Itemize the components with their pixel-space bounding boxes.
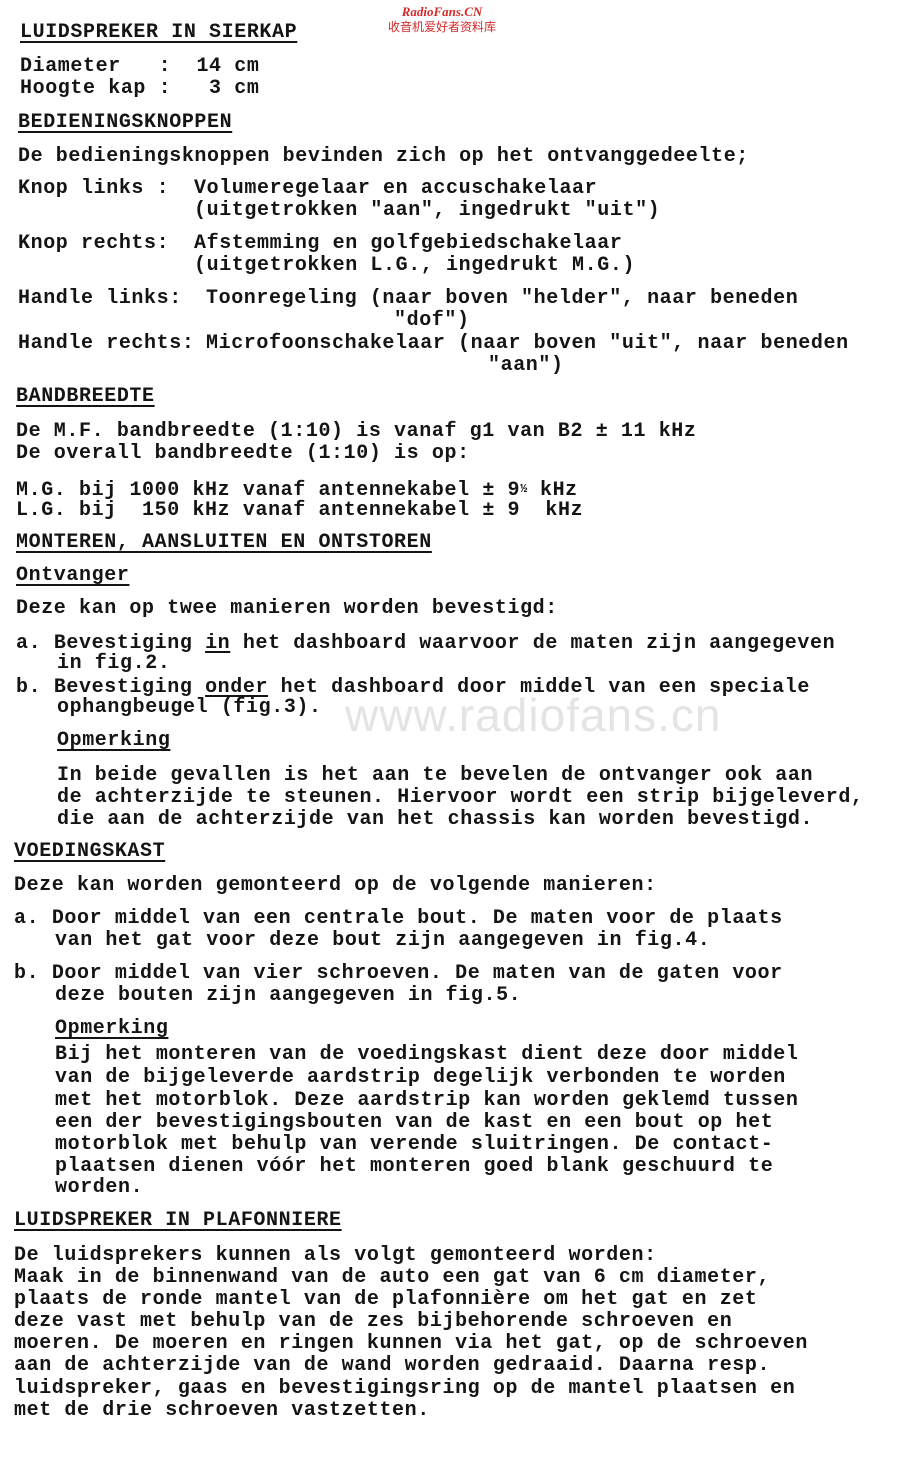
note-heading-voedingskast: Opmerking — [55, 1017, 169, 1040]
control-label: Handle rechts: — [18, 332, 195, 355]
heading-plafonniere: LUIDSPREKER IN PLAFONNIERE — [14, 1209, 342, 1232]
spec-label: Hoogte kap : — [20, 77, 172, 100]
spec-unit: cm — [234, 77, 260, 100]
heading-monteren: MONTEREN, AANSLUITEN EN ONTSTOREN — [16, 531, 432, 554]
note-line: plaatsen dienen vóór het monteren goed b… — [55, 1155, 774, 1178]
spec-row-hoogte: Hoogte kap : 3 cm — [20, 78, 260, 100]
control-description: Microfoonschakelaar (naar boven "uit", n… — [206, 332, 849, 355]
note-line: met het motorblok. Deze aardstrip kan wo… — [55, 1089, 799, 1112]
list-text: het dashboard waarvoor de maten zijn aan… — [230, 632, 836, 655]
control-description: Toonregeling (naar boven "helder", naar … — [206, 287, 799, 310]
list-item-a-cont: in fig.2. — [57, 652, 171, 675]
watermark-logo: RadioFans.CN 收音机爱好者资料库 — [388, 4, 496, 35]
spec-unit: cm — [234, 55, 260, 78]
control-label: Knop links : — [18, 177, 170, 200]
control-label: Knop rechts: — [18, 232, 170, 255]
spec-row-diameter: Diameter : 14 cm — [20, 56, 260, 78]
list-marker: a. — [16, 632, 42, 655]
paragraph-line: luidspreker, gaas en bevestigingsring op… — [14, 1377, 796, 1400]
band-value-fraction: ½ — [520, 482, 528, 496]
list-text: het dashboard door middel van een specia… — [268, 676, 810, 699]
paragraph-line: De luidsprekers kunnen als volgt gemonte… — [14, 1244, 657, 1267]
paragraph-ontvanger-intro: Deze kan op twee manieren worden bevesti… — [16, 597, 558, 620]
heading-sierkap: LUIDSPREKER IN SIERKAP — [20, 21, 298, 44]
paragraph-overall-bandwidth: De overall bandbreedte (1:10) is op: — [16, 442, 470, 465]
spec-value: 3 — [196, 77, 222, 100]
control-description: Volumeregelaar en accuschakelaar — [194, 177, 598, 200]
note-line: In beide gevallen is het aan te bevelen … — [57, 764, 814, 787]
paragraph-mf-bandwidth: De M.F. bandbreedte (1:10) is vanaf g1 v… — [16, 420, 697, 443]
control-label: Handle links: — [18, 287, 182, 310]
paragraph-line: aan de achterzijde van de wand worden ge… — [14, 1354, 771, 1377]
spec-label: Diameter : — [20, 55, 172, 78]
note-line: een der bevestigingsbouten van de kast e… — [55, 1111, 774, 1134]
note-line: Bij het monteren van de voedingskast die… — [55, 1043, 799, 1066]
note-line: die aan de achterzijde van het chassis k… — [57, 808, 814, 831]
spec-value: 14 — [196, 55, 222, 78]
paragraph-line: met de drie schroeven vastzetten. — [14, 1399, 430, 1422]
control-description: Afstemming en golfgebiedschakelaar — [194, 232, 623, 255]
list-item-a: a. Door middel van een centrale bout. De… — [14, 908, 783, 930]
list-marker: b. — [14, 962, 40, 985]
list-text: Door middel van een centrale bout. De ma… — [51, 907, 783, 930]
watermark-site-en: RadioFans.CN — [401, 4, 483, 19]
list-item-a-cont: van het gat voor deze bout zijn aangegev… — [55, 929, 711, 952]
control-description-cont: "aan") — [488, 354, 564, 377]
band-frequency: 150 kHz — [129, 499, 231, 522]
band-unit: kHz — [532, 499, 584, 522]
heading-bedieningsknoppen: BEDIENINGSKNOPPEN — [18, 111, 233, 134]
list-item-b-cont: deze bouten zijn aangegeven in fig.5. — [55, 984, 522, 1007]
watermark-site-cn: 收音机爱好者资料库 — [388, 20, 497, 34]
control-description-cont: "dof") — [394, 309, 470, 332]
list-marker: b. — [16, 676, 42, 699]
heading-voedingskast: VOEDINGSKAST — [14, 840, 166, 863]
paragraph-line: Maak in de binnenwand van de auto een ga… — [14, 1266, 771, 1289]
paragraph-voedingskast-intro: Deze kan worden gemonteerd op de volgend… — [14, 874, 657, 897]
band-text: vanaf antennekabel — [242, 499, 470, 522]
paragraph-line: deze vast met behulp van de zes bijbehor… — [14, 1310, 733, 1333]
control-description-cont: (uitgetrokken L.G., ingedrukt M.G.) — [194, 254, 636, 277]
plus-minus: ± — [482, 499, 495, 522]
list-text: Door middel van vier schroeven. De maten… — [51, 962, 783, 985]
control-description-cont: (uitgetrokken "aan", ingedrukt "uit") — [194, 199, 661, 222]
subheading-ontvanger: Ontvanger — [16, 564, 130, 587]
paragraph-intro: De bedieningsknoppen bevinden zich op he… — [18, 145, 749, 168]
bandwidth-row-lg: L.G. bij 150 kHz vanaf antennekabel ± 9 … — [16, 500, 583, 522]
heading-bandbreedte: BANDBREEDTE — [16, 385, 155, 408]
paragraph-line: plaats de ronde mantel van de plafonnièr… — [14, 1288, 758, 1311]
note-heading-ontvanger: Opmerking — [57, 729, 171, 752]
paragraph-line: moeren. De moeren en ringen kunnen via h… — [14, 1332, 808, 1355]
emphasis-in: in — [205, 632, 231, 655]
list-marker: a. — [14, 907, 40, 930]
list-item-b-cont: ophangbeugel (fig.3). — [57, 696, 322, 719]
note-line: de achterzijde te steunen. Hiervoor word… — [57, 786, 864, 809]
note-line: van de bijgeleverde aardstrip degelijk v… — [55, 1066, 786, 1089]
band-label: L.G. bij — [16, 499, 117, 522]
note-line: motorblok met behulp van verende sluitri… — [55, 1133, 774, 1156]
list-item-b: b. Door middel van vier schroeven. De ma… — [14, 963, 783, 985]
band-value: 9 — [507, 499, 521, 522]
note-line: worden. — [55, 1176, 144, 1199]
